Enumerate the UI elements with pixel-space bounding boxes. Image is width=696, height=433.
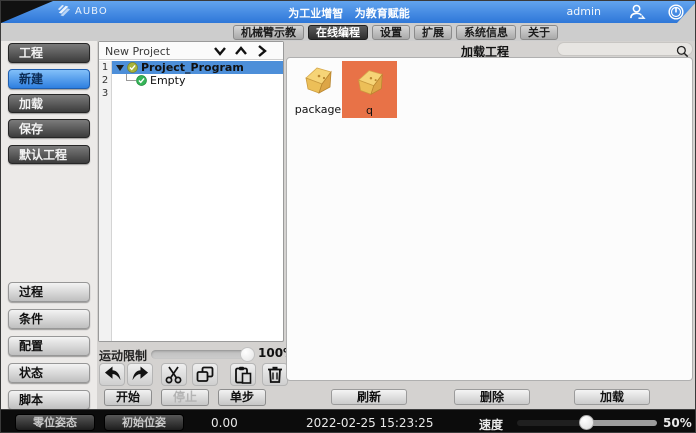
package-file-icon: [353, 65, 387, 99]
tab-robot-teach[interactable]: 机械臂示教: [233, 25, 304, 40]
project-name-label: New Project: [105, 45, 170, 58]
sidebar-item-config[interactable]: 配置: [8, 336, 90, 356]
status-bar: 零位姿态 初始位姿 0.00 2022-02-25 15:23:25 速度 50…: [1, 409, 696, 433]
scissors-icon: [165, 366, 183, 384]
file-item-package[interactable]: package: [293, 63, 343, 116]
file-item-q-selected[interactable]: q: [342, 61, 397, 118]
zero-pose-button[interactable]: 零位姿态: [15, 414, 95, 431]
program-tree: 1 2 3 Project_Program: [99, 61, 283, 341]
undo-icon: [103, 366, 122, 383]
tree-node-label: Empty: [150, 74, 185, 87]
line-number: 3: [99, 87, 111, 100]
user-account-icon[interactable]: [628, 3, 647, 25]
file-browser-panel: package q: [286, 57, 693, 381]
tree-branch-line: [126, 74, 136, 81]
app-window: AUBO 为工业增智 为教育赋能 admin 机械臂示教 在线编程 设置 扩展: [0, 0, 696, 433]
file-name-label: package: [293, 103, 343, 116]
left-sidebar: 工程 新建 加载 保存 默认工程 过程 条件 配置 状态 脚本: [1, 41, 97, 409]
tree-body: Project_Program Empty: [112, 61, 283, 341]
trash-icon: [267, 366, 283, 383]
speed-label: 速度: [479, 416, 503, 433]
copy-button[interactable]: [192, 363, 218, 386]
motion-limit-slider[interactable]: [151, 350, 251, 359]
paste-button[interactable]: [230, 363, 256, 386]
step-button[interactable]: 单步: [218, 389, 266, 406]
tree-nav-buttons: [213, 44, 269, 58]
empty-node-icon: [136, 75, 147, 86]
paste-icon: [234, 366, 252, 384]
delete-project-button[interactable]: 删除: [454, 389, 530, 405]
line-number-gutter: 1 2 3: [99, 61, 112, 341]
tab-online-programming[interactable]: 在线编程: [308, 25, 368, 40]
tab-about[interactable]: 关于: [520, 25, 558, 40]
file-name-label: q: [342, 104, 397, 117]
tree-node-empty[interactable]: Empty: [112, 74, 283, 87]
sidebar-item-state[interactable]: 状态: [8, 363, 90, 383]
sidebar-item-condition[interactable]: 条件: [8, 309, 90, 329]
cut-button[interactable]: [161, 363, 187, 386]
load-project-button[interactable]: 加载: [574, 389, 650, 405]
copy-icon: [196, 366, 215, 383]
status-value: 0.00: [211, 416, 238, 430]
project-node-icon: [127, 62, 138, 73]
sidebar-item-save[interactable]: 保存: [8, 119, 90, 138]
tree-node-root[interactable]: Project_Program: [112, 61, 283, 74]
sidebar-item-default-project[interactable]: 默认工程: [8, 145, 90, 164]
sidebar-item-procedure[interactable]: 过程: [8, 282, 90, 302]
tree-node-label: Project_Program: [141, 61, 244, 74]
search-input[interactable]: [564, 43, 674, 55]
tab-system-info[interactable]: 系统信息: [456, 25, 516, 40]
timestamp: 2022-02-25 15:23:25: [306, 416, 433, 430]
sidebar-item-load[interactable]: 加载: [8, 94, 90, 113]
power-icon[interactable]: [667, 3, 685, 25]
tab-settings[interactable]: 设置: [372, 25, 410, 40]
delete-button[interactable]: [262, 363, 288, 386]
start-button[interactable]: 开始: [104, 389, 152, 406]
undo-button[interactable]: [99, 363, 125, 386]
chevron-up-icon[interactable]: [234, 44, 248, 58]
tab-group: 机械臂示教 在线编程 设置 扩展 系统信息 关于: [233, 25, 558, 40]
top-bar: AUBO 为工业增智 为教育赋能 admin: [1, 1, 696, 23]
speed-slider-handle[interactable]: [579, 415, 594, 430]
search-box: [557, 42, 693, 56]
motion-limit-slider-handle[interactable]: [240, 347, 255, 362]
username-label: admin: [567, 5, 601, 18]
sidebar-item-script[interactable]: 脚本: [8, 390, 90, 410]
refresh-button[interactable]: 刷新: [331, 389, 407, 405]
sidebar-item-new[interactable]: 新建: [8, 69, 90, 89]
chevron-right-icon[interactable]: [255, 44, 269, 58]
line-number: 1: [99, 61, 111, 74]
tab-extension[interactable]: 扩展: [414, 25, 452, 40]
chevron-down-icon[interactable]: [213, 44, 227, 58]
sidebar-item-project[interactable]: 工程: [8, 43, 90, 63]
expander-triangle-icon[interactable]: [115, 63, 125, 73]
stop-button[interactable]: 停止: [161, 389, 209, 406]
line-number: 2: [99, 74, 111, 87]
project-panel-header: New Project: [99, 42, 283, 60]
redo-icon: [131, 366, 150, 383]
motion-limit-label: 运动限制: [99, 347, 147, 364]
redo-button[interactable]: [127, 363, 153, 386]
tab-bar: 机械臂示教 在线编程 设置 扩展 系统信息 关于: [1, 23, 696, 41]
speed-value: 50%: [663, 416, 692, 430]
project-tree-panel: New Project 1 2 3: [98, 41, 284, 342]
package-file-icon: [300, 63, 336, 97]
initial-pose-button[interactable]: 初始位姿: [104, 414, 184, 431]
